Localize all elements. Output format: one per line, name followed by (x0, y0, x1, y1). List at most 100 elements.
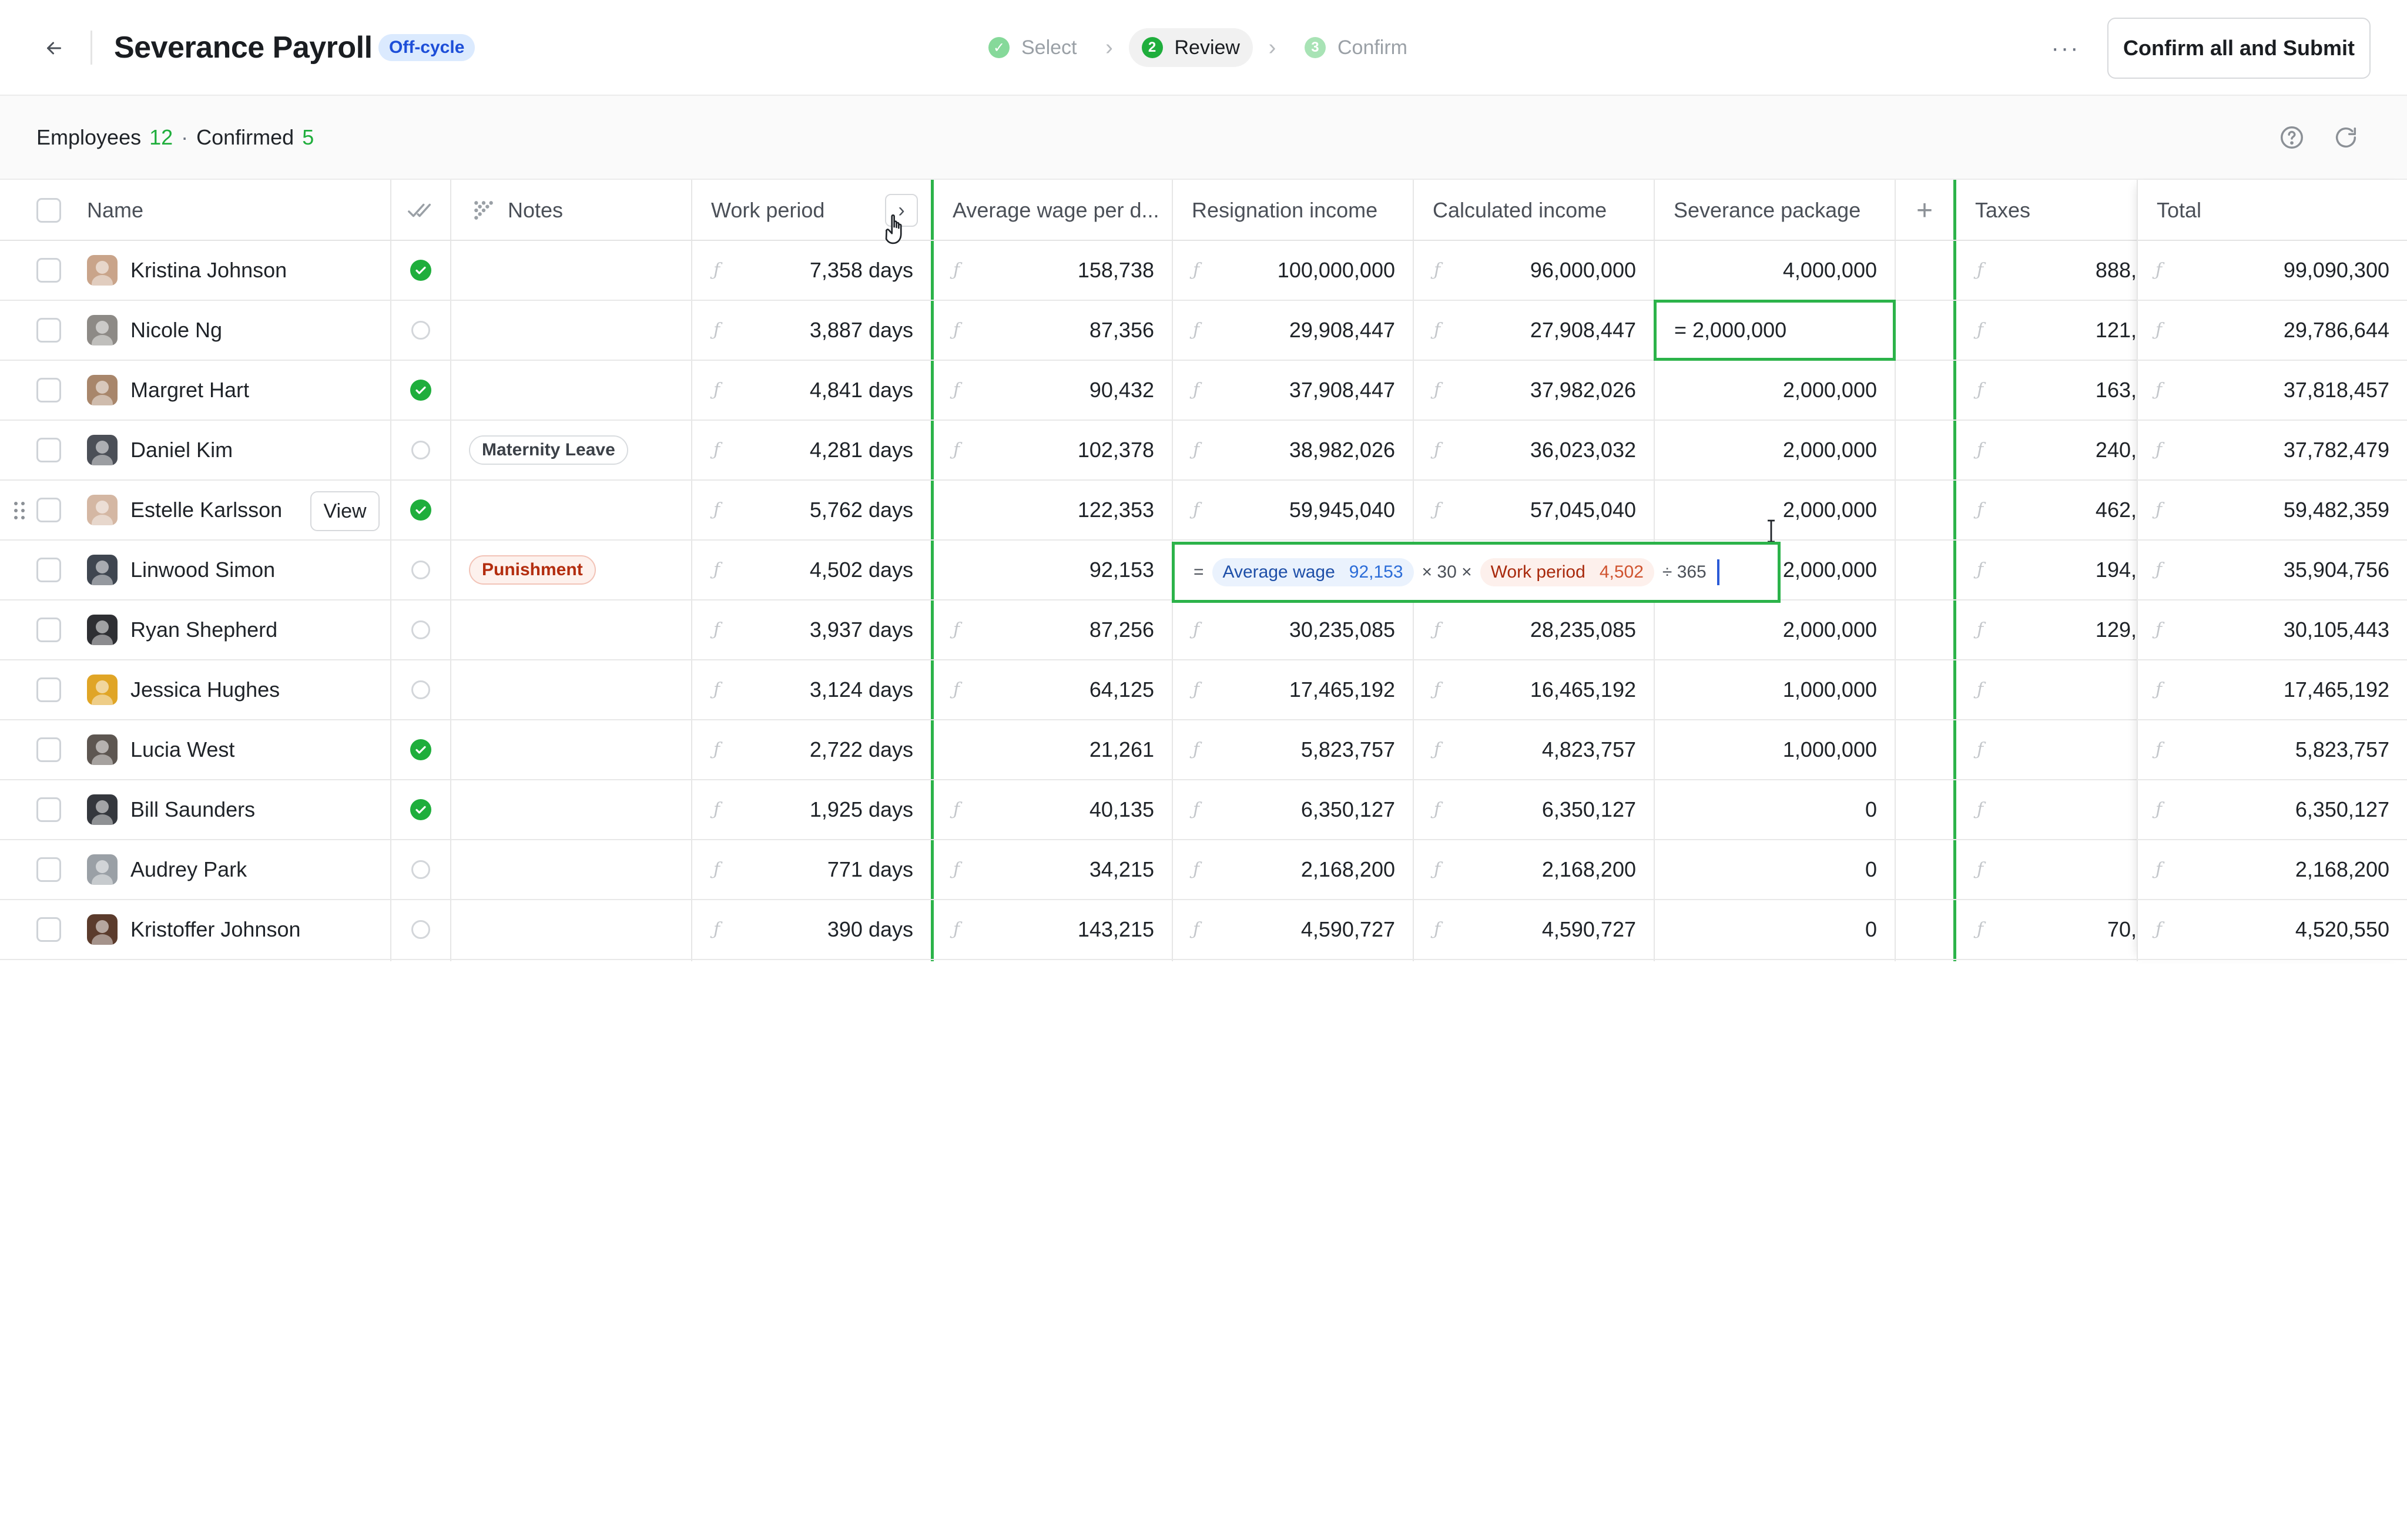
resignation-income-cell[interactable]: 6,350,127 (1173, 780, 1413, 839)
confirm-submit-button[interactable]: Confirm all and Submit (2107, 18, 2371, 79)
table-row[interactable]: Ryan Shepherd ƒ 3,937 days ƒ 87,256 ƒ 30,235,0… (0, 600, 2407, 660)
table-row[interactable]: Kristoffer Johnson ƒ 390 days ƒ 143,215 ƒ 4,59… (0, 900, 2407, 960)
taxes-cell[interactable]: 888, (1956, 241, 2137, 300)
table-row[interactable]: Lucia West ƒ 2,722 days 21,261 ƒ 5,823,757 ƒ 4,… (0, 720, 2407, 780)
table-row[interactable]: Jessica Hughes ƒ 3,124 days ƒ 64,125 ƒ 17,465,… (0, 660, 2407, 720)
avg-wage-cell[interactable]: 102,378 (934, 421, 1172, 479)
confirm-status[interactable] (391, 780, 450, 839)
total-cell[interactable]: 6,350,127 (2138, 780, 2407, 839)
avg-wage-cell[interactable]: 92,153 (934, 541, 1172, 599)
confirm-status[interactable] (391, 720, 450, 779)
row-select[interactable] (36, 361, 72, 420)
calculated-income-cell[interactable]: 2,168,200 (1414, 840, 1654, 899)
calculated-income-cell[interactable]: 6,350,127 (1414, 780, 1654, 839)
taxes-cell[interactable]: 163, (1956, 361, 2137, 420)
total-cell[interactable]: 59,482,359 (2138, 481, 2407, 539)
severance-edit-cell[interactable]: = 2,000,000 (1654, 300, 1896, 361)
total-cell[interactable]: 17,465,192 (2138, 660, 2407, 719)
taxes-cell[interactable] (1956, 720, 2137, 779)
notes-cell[interactable] (469, 660, 686, 719)
row-select[interactable] (36, 241, 72, 300)
row-checkbox[interactable] (36, 378, 61, 402)
confirm-status[interactable] (391, 600, 450, 659)
row-select[interactable] (36, 720, 72, 779)
notes-cell[interactable] (469, 900, 686, 959)
confirm-status[interactable] (391, 541, 450, 599)
employee-cell[interactable]: Margret Hart (87, 361, 381, 420)
taxes-cell[interactable]: 240, (1956, 421, 2137, 479)
table-row[interactable]: Nicole Ng ƒ 3,887 days ƒ 87,356 ƒ 29,908,447 ƒ 2… (0, 301, 2407, 361)
row-select[interactable] (36, 600, 72, 659)
taxes-cell[interactable]: 129, (1956, 600, 2137, 659)
notes-cell[interactable] (469, 241, 686, 300)
resignation-income-cell[interactable]: 37,908,447 (1173, 361, 1413, 420)
taxes-cell[interactable] (1956, 840, 2137, 899)
calculated-income-cell[interactable]: 4,590,727 (1414, 900, 1654, 959)
work-period-cell[interactable]: 7,358 days (692, 241, 931, 300)
calculated-income-cell[interactable]: 96,000,000 (1414, 241, 1654, 300)
formula-editor[interactable]: = Average wage 92,153 × 30 × Work period… (1172, 542, 1781, 603)
avg-wage-cell[interactable]: 21,261 (934, 720, 1172, 779)
formula-token-work-period[interactable]: Work period 4,502 (1480, 558, 1654, 586)
confirm-status[interactable] (391, 241, 450, 300)
notes-cell[interactable] (469, 600, 686, 659)
header-taxes[interactable]: Taxes (1956, 180, 2137, 241)
severance-cell[interactable]: 4,000,000 (1655, 241, 1895, 300)
calculated-income-cell[interactable]: 36,023,032 (1414, 421, 1654, 479)
confirm-status[interactable] (391, 840, 450, 899)
avg-wage-cell[interactable]: 122,353 (934, 481, 1172, 539)
notes-cell[interactable] (469, 301, 686, 360)
table-row[interactable]: Bill Saunders ƒ 1,925 days ƒ 40,135 ƒ 6,350,12… (0, 780, 2407, 840)
row-checkbox[interactable] (36, 258, 61, 283)
notes-cell[interactable] (469, 840, 686, 899)
row-checkbox[interactable] (36, 558, 61, 582)
row-checkbox[interactable] (36, 318, 61, 343)
confirm-status[interactable] (391, 301, 450, 360)
work-period-cell[interactable]: 1,925 days (692, 780, 931, 839)
header-avg-wage[interactable]: Average wage per d... (934, 180, 1172, 241)
step-select[interactable]: ✓ Select (975, 28, 1090, 67)
avg-wage-cell[interactable]: 40,135 (934, 780, 1172, 839)
select-all-checkbox[interactable] (36, 198, 61, 223)
employee-cell[interactable]: Daniel Kim (87, 421, 381, 479)
employee-cell[interactable]: Audrey Park (87, 840, 381, 899)
taxes-cell[interactable] (1956, 780, 2137, 839)
avg-wage-cell[interactable]: 90,432 (934, 361, 1172, 420)
employee-cell[interactable]: Kristoffer Johnson (87, 900, 381, 959)
avg-wage-cell[interactable]: 64,125 (934, 660, 1172, 719)
resignation-income-cell[interactable]: 2,168,200 (1173, 840, 1413, 899)
severance-cell[interactable]: 1,000,000 (1655, 720, 1895, 779)
table-row[interactable]: Kristina Johnson ƒ 7,358 days ƒ 158,738 ƒ 100,… (0, 241, 2407, 301)
severance-cell[interactable]: 0 (1655, 840, 1895, 899)
total-cell[interactable]: 29,786,644 (2138, 301, 2407, 360)
resignation-income-cell[interactable]: 38,982,026 (1173, 421, 1413, 479)
confirm-status[interactable] (391, 900, 450, 959)
notes-cell[interactable]: Maternity Leave (469, 421, 686, 479)
row-select[interactable] (36, 660, 72, 719)
total-cell[interactable]: 99,090,300 (2138, 241, 2407, 300)
work-period-cell[interactable]: 5,762 days (692, 481, 931, 539)
row-select[interactable] (36, 840, 72, 899)
back-button[interactable] (39, 33, 69, 63)
confirm-status[interactable] (391, 361, 450, 420)
resignation-income-cell[interactable]: 59,945,040 (1173, 481, 1413, 539)
employee-cell[interactable]: Nicole Ng (87, 301, 381, 360)
work-period-cell[interactable]: 4,502 days (692, 541, 931, 599)
row-checkbox[interactable] (36, 498, 61, 522)
calculated-income-cell[interactable]: 28,235,085 (1414, 600, 1654, 659)
drag-handle-icon[interactable] (13, 501, 27, 521)
total-cell[interactable]: 4,520,550 (2138, 900, 2407, 959)
confirm-status[interactable] (391, 481, 450, 539)
severance-cell[interactable]: 0 (1655, 900, 1895, 959)
header-calculated-income[interactable]: Calculated income (1414, 180, 1654, 241)
row-checkbox[interactable] (36, 797, 61, 822)
avg-wage-cell[interactable]: 87,256 (934, 600, 1172, 659)
employee-cell[interactable]: Lucia West (87, 720, 381, 779)
confirm-status[interactable] (391, 421, 450, 479)
work-period-cell[interactable]: 2,722 days (692, 720, 931, 779)
total-cell[interactable]: 5,823,757 (2138, 720, 2407, 779)
header-resignation-income[interactable]: Resignation income (1173, 180, 1413, 241)
calculated-income-cell[interactable]: 57,045,040 (1414, 481, 1654, 539)
table-row[interactable]: Margret Hart ƒ 4,841 days ƒ 90,432 ƒ 37,908,44… (0, 361, 2407, 421)
avg-wage-cell[interactable]: 34,215 (934, 840, 1172, 899)
